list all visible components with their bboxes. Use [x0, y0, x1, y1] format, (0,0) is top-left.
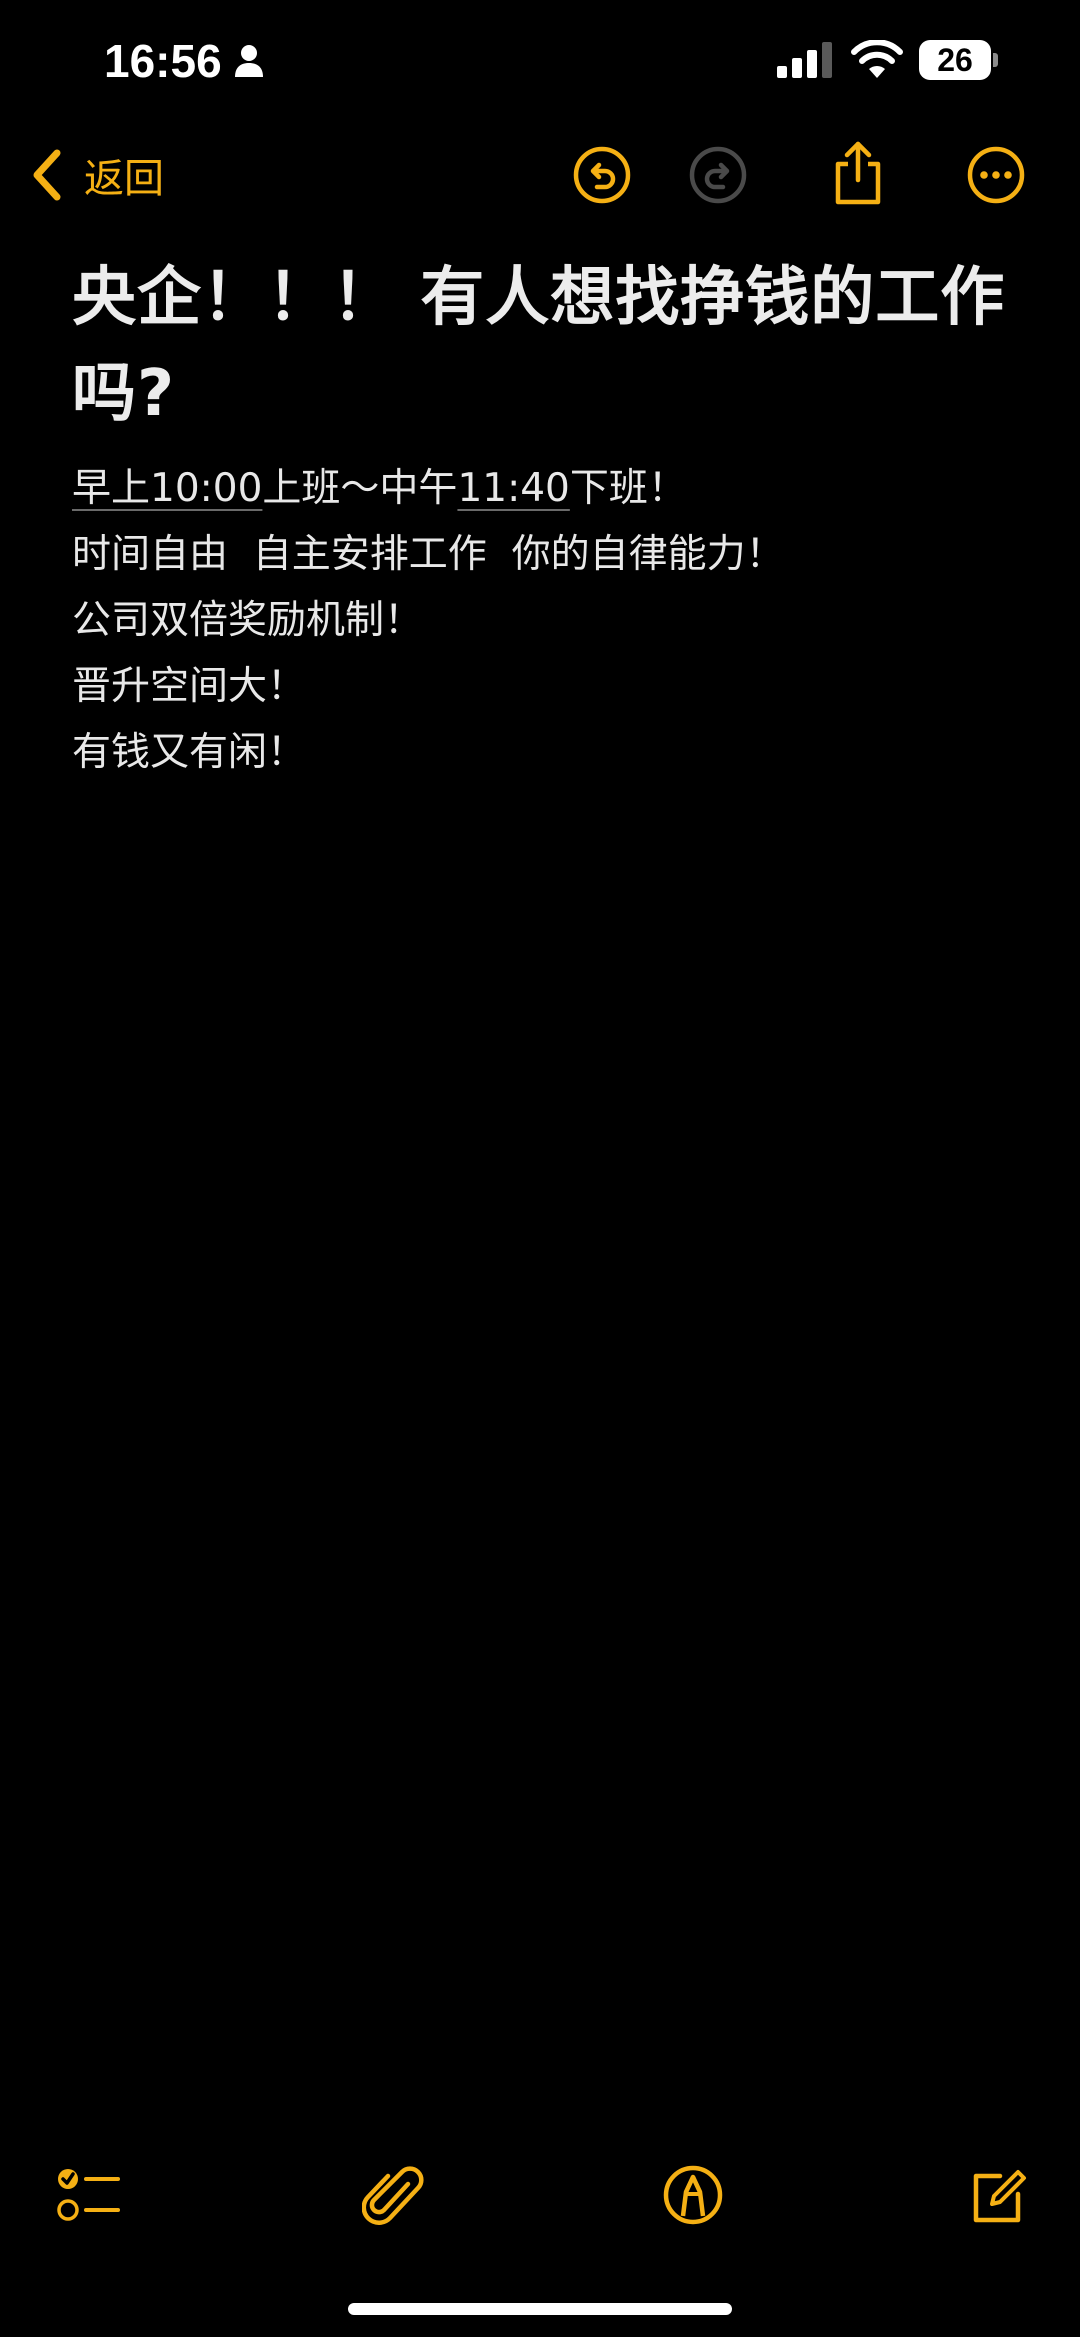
- cellular-signal-icon: [777, 42, 832, 78]
- note-line-1-time-end[interactable]: 11:40: [457, 466, 569, 511]
- note-line-3[interactable]: 公司双倍奖励机制！: [72, 588, 1012, 654]
- note-line-5[interactable]: 有钱又有闲！: [72, 720, 1012, 786]
- nav-bar: 返回: [0, 130, 1080, 220]
- bottom-toolbar: [0, 2160, 1080, 2230]
- person-icon: [234, 45, 263, 77]
- status-time-group: 16:56: [104, 34, 264, 88]
- battery-nub: [993, 53, 998, 67]
- note-line-1-text-middle: 上班～中午: [262, 466, 458, 511]
- note-line-1-text-morning: 早上: [72, 466, 151, 511]
- markup-pen-icon[interactable]: [662, 2164, 724, 2226]
- paperclip-icon[interactable]: [362, 2164, 424, 2226]
- note-title[interactable]: 央企！！！ 有人想找挣钱的工作吗?: [72, 250, 1012, 442]
- undo-icon[interactable]: [572, 145, 632, 205]
- status-indicators: 26: [775, 40, 998, 80]
- wifi-icon: [851, 40, 903, 78]
- note-line-2[interactable]: 时间自由 自主安排工作 你的自律能力！: [72, 522, 1012, 588]
- redo-icon[interactable]: [688, 145, 748, 205]
- note-line-1-text-end: 下班！: [569, 466, 687, 511]
- status-bar: 16:56 26: [0, 0, 1080, 130]
- battery-body: 26: [919, 40, 991, 80]
- compose-icon[interactable]: [966, 2164, 1028, 2226]
- share-icon[interactable]: [828, 140, 888, 206]
- battery-level: 26: [937, 41, 973, 78]
- status-time: 16:56: [104, 35, 222, 87]
- back-label: 返回: [84, 156, 164, 202]
- home-indicator[interactable]: [348, 2303, 732, 2315]
- note-body[interactable]: 早上10:00上班～中午11:40下班！ 时间自由 自主安排工作 你的自律能力！…: [72, 456, 1012, 786]
- note-line-1-time-start[interactable]: 10:00: [150, 466, 262, 511]
- checklist-icon[interactable]: [56, 2164, 120, 2226]
- note-content[interactable]: 央企！！！ 有人想找挣钱的工作吗? 早上10:00上班～中午11:40下班！ 时…: [72, 250, 1012, 786]
- more-icon[interactable]: [966, 145, 1026, 205]
- note-line-4[interactable]: 晋升空间大！: [72, 654, 1012, 720]
- note-line-1[interactable]: 早上10:00上班～中午11:40下班！: [72, 456, 1012, 522]
- battery-icon: 26: [919, 40, 998, 80]
- chevron-left-icon: [33, 149, 61, 201]
- back-button[interactable]: 返回: [30, 142, 164, 208]
